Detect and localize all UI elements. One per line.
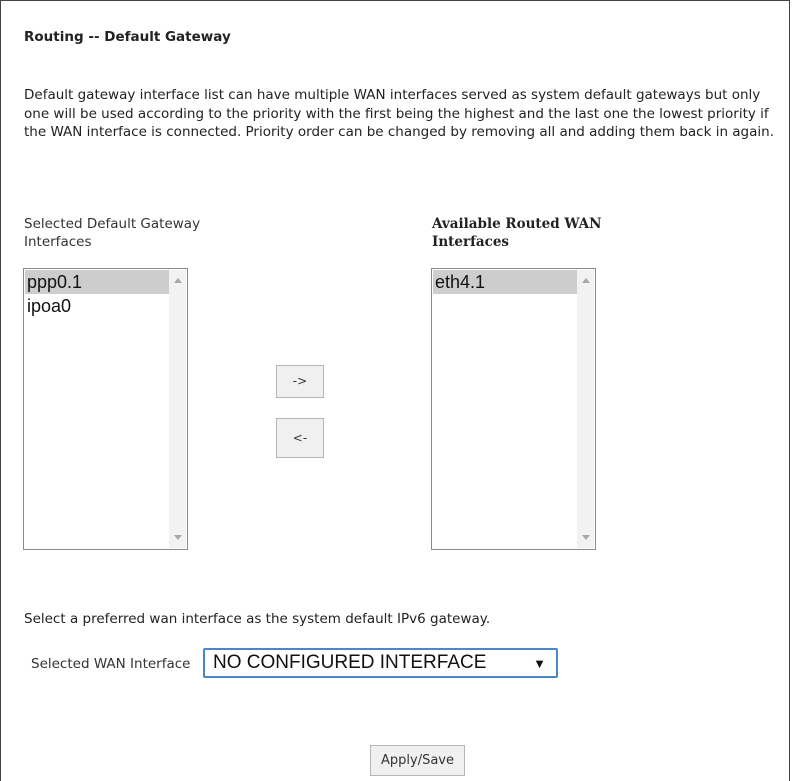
wan-interface-label: Selected WAN Interface [31, 656, 191, 672]
selected-list-label-line2: Interfaces [24, 234, 92, 250]
list-item-eth4-1[interactable]: eth4.1 [433, 270, 577, 294]
available-list-label: Available Routed WAN Interfaces [432, 215, 652, 251]
selected-gateway-listbox[interactable]: ppp0.1 ipoa0 [23, 268, 188, 550]
apply-save-button[interactable]: Apply/Save [370, 745, 465, 776]
scroll-down-icon[interactable] [582, 535, 590, 540]
ipv6-prompt: Select a preferred wan interface as the … [24, 611, 491, 627]
available-list-label-line1: Available Routed WAN [432, 216, 602, 232]
available-list-label-line2: Interfaces [432, 234, 510, 250]
add-interface-button[interactable]: -> [276, 365, 324, 398]
list-item-ipoa0[interactable]: ipoa0 [25, 294, 169, 318]
available-wan-listbox[interactable]: eth4.1 [431, 268, 596, 550]
chevron-down-icon: ▼ [533, 656, 546, 671]
wan-interface-select[interactable]: NO CONFIGURED INTERFACE ▼ [203, 648, 558, 678]
scroll-down-icon[interactable] [174, 535, 182, 540]
selected-list-label: Selected Default Gateway Interfaces [24, 215, 244, 251]
scroll-up-icon[interactable] [582, 278, 590, 283]
scroll-up-icon[interactable] [174, 278, 182, 283]
available-list-scrollbar[interactable] [577, 270, 594, 548]
wan-interface-value: NO CONFIGURED INTERFACE [213, 652, 487, 673]
list-item-ppp0-1[interactable]: ppp0.1 [25, 270, 169, 294]
selected-list-label-line1: Selected Default Gateway [24, 216, 201, 232]
remove-interface-button[interactable]: <- [276, 418, 324, 458]
page-title: Routing -- Default Gateway [24, 29, 231, 45]
selected-list-scrollbar[interactable] [169, 270, 186, 548]
page-description: Default gateway interface list can have … [24, 87, 775, 140]
